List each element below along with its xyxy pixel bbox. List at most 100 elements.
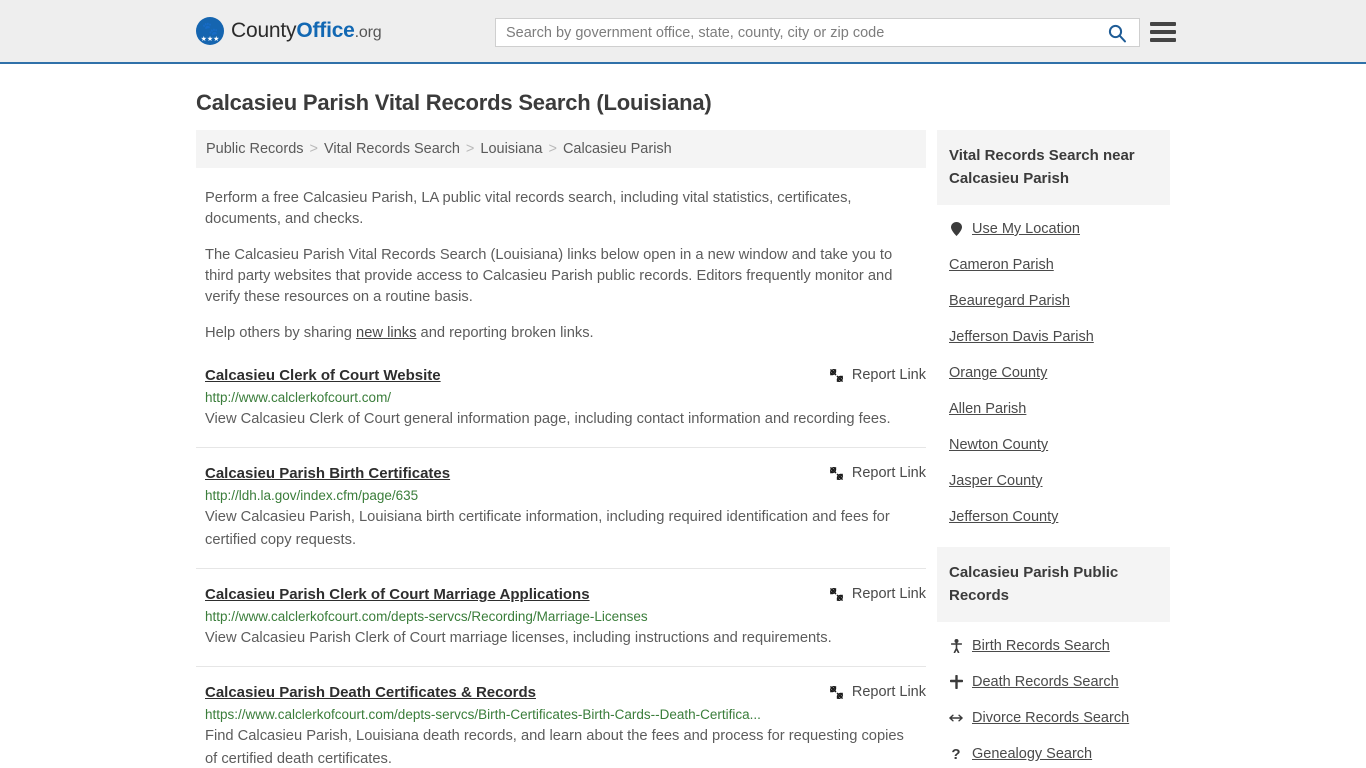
breadcrumb: Public Records > Vital Records Search > Loui… (196, 130, 926, 168)
sidebar-link[interactable]: Allen Parish (949, 400, 1026, 418)
brand-county: County (231, 19, 297, 42)
sidebar-link[interactable]: Orange County (949, 364, 1047, 382)
intro-paragraph-1: Perform a free Calcasieu Parish, LA publ… (205, 190, 852, 227)
report-link-button[interactable]: Report Link (809, 586, 926, 602)
results-list: Calcasieu Clerk of Court Website Report L… (196, 366, 926, 768)
intro-p3-after: and reporting broken links. (416, 325, 594, 341)
result-item: Calcasieu Parish Birth Certificates Repor… (196, 464, 926, 569)
sidebar-list-item: Death Records Search (949, 664, 1170, 700)
broken-link-icon (829, 587, 843, 601)
sidebar-list-item: Beauregard Parish (949, 283, 1170, 319)
result-url[interactable]: http://www.calclerkofcourt.com/depts-ser… (205, 608, 926, 625)
eagle-seal-icon: 🐾 ★★★ (196, 17, 224, 45)
result-description: View Calcasieu Parish Clerk of Court mar… (205, 630, 832, 646)
hamburger-menu-button[interactable] (1150, 20, 1176, 44)
sidebar-link[interactable]: Genealogy Search (972, 745, 1092, 763)
sidebar-list-item: Jefferson County (949, 499, 1170, 535)
map-pin-icon (949, 222, 963, 236)
sidebar-link[interactable]: Beauregard Parish (949, 292, 1070, 310)
sidebar-link[interactable]: Cameron Parish (949, 256, 1054, 274)
result-description: View Calcasieu Clerk of Court general in… (205, 411, 891, 427)
brand-office: Office (296, 19, 355, 42)
result-item: Calcasieu Parish Death Certificates & Re… (196, 683, 926, 768)
result-header: Calcasieu Parish Birth Certificates Repor… (205, 464, 926, 483)
broken-link-icon (829, 368, 844, 383)
question-mark-icon: ? (951, 745, 961, 763)
intro-paragraph-3: Help others by sharing new links and rep… (205, 323, 905, 344)
site-logo[interactable]: 🐾 ★★★ CountyOffice.org (196, 17, 382, 45)
sidebar-list-item: Jasper County (949, 463, 1170, 499)
sidebar-link[interactable]: Jasper County (949, 472, 1043, 490)
result-url[interactable]: http://www.calclerkofcourt.com/ (205, 389, 926, 406)
hamburger-menu-icon (1150, 22, 1176, 26)
sidebar-list-item: Cameron Parish (949, 247, 1170, 283)
sidebar-public-records-heading: Calcasieu Parish Public Records (937, 547, 1170, 622)
search-bar (495, 18, 1140, 47)
result-title-link[interactable]: Calcasieu Clerk of Court Website (205, 366, 441, 385)
page-container: Calcasieu Parish Vital Records Search (L… (0, 90, 1366, 768)
search-button[interactable] (1095, 19, 1139, 46)
breadcrumb-item-0[interactable]: Public Records (206, 141, 304, 157)
content-columns: Public Records > Vital Records Search > Loui… (196, 130, 1170, 768)
report-link-button[interactable]: Report Link (809, 367, 926, 383)
intro-text: Perform a free Calcasieu Parish, LA publ… (196, 188, 926, 344)
breadcrumb-item-2[interactable]: Louisiana (480, 141, 542, 157)
intro-paragraph-2: The Calcasieu Parish Vital Records Searc… (205, 247, 893, 305)
sidebar-list-item: Use My Location (949, 211, 1170, 247)
broken-link-icon (829, 587, 844, 602)
cross-icon (949, 675, 963, 689)
search-input[interactable] (496, 19, 1095, 46)
left-right-arrow-icon (949, 712, 963, 724)
broken-link-icon (829, 685, 844, 700)
sidebar-public-records-list: Birth Records Search Death Records Search… (937, 622, 1170, 768)
page-title: Calcasieu Parish Vital Records Search (L… (196, 90, 712, 115)
breadcrumb-separator: > (465, 141, 475, 157)
sidebar-link[interactable]: Jefferson Davis Parish (949, 328, 1094, 346)
result-header: Calcasieu Parish Death Certificates & Re… (205, 683, 926, 702)
brand-org: .org (354, 24, 382, 41)
sidebar-link[interactable]: Divorce Records Search (972, 709, 1129, 727)
baby-icon (949, 639, 963, 653)
result-url[interactable]: http://ldh.la.gov/index.cfm/page/635 (205, 487, 926, 504)
sidebar-list-item: Newton County (949, 427, 1170, 463)
sidebar-link[interactable]: Newton County (949, 436, 1048, 454)
sidebar-link[interactable]: Birth Records Search (972, 637, 1110, 655)
result-item: Calcasieu Clerk of Court Website Report L… (196, 366, 926, 448)
breadcrumb-item-1[interactable]: Vital Records Search (324, 141, 460, 157)
sidebar-card-nearby: Vital Records Search near Calcasieu Pari… (937, 130, 1170, 535)
sidebar-link[interactable]: Use My Location (972, 220, 1080, 238)
sidebar-list-item: Birth Records Search (949, 628, 1170, 664)
breadcrumb-item-3: Calcasieu Parish (562, 141, 672, 157)
report-link-label: Report Link (851, 465, 926, 481)
sidebar-list-item: Orange County (949, 355, 1170, 391)
result-description: Find Calcasieu Parish, Louisiana death r… (205, 728, 904, 767)
report-link-button[interactable]: Report Link (809, 684, 926, 700)
result-title-link[interactable]: Calcasieu Parish Death Certificates & Re… (205, 683, 536, 702)
main-column: Public Records > Vital Records Search > Loui… (196, 130, 926, 768)
breadcrumb-separator: > (548, 141, 557, 157)
result-title-link[interactable]: Calcasieu Parish Clerk of Court Marriage… (205, 585, 590, 604)
sidebar-link[interactable]: Jefferson County (949, 508, 1058, 526)
sidebar-list-item: Allen Parish (949, 391, 1170, 427)
sidebar-list-item: Divorce Records Search (949, 700, 1170, 736)
sidebar-card-public-records: Calcasieu Parish Public Records Birth Re… (937, 547, 1170, 768)
report-link-button[interactable]: Report Link (809, 465, 926, 481)
result-url[interactable]: https://www.calclerkofcourt.com/depts-se… (205, 706, 926, 723)
sidebar-nearby-heading: Vital Records Search near Calcasieu Pari… (937, 130, 1170, 205)
broken-link-icon (829, 466, 844, 481)
new-links-link[interactable]: new links (356, 325, 416, 341)
result-header: Calcasieu Parish Clerk of Court Marriage… (205, 585, 926, 604)
report-link-label: Report Link (851, 367, 926, 383)
result-title-link[interactable]: Calcasieu Parish Birth Certificates (205, 464, 450, 483)
breadcrumb-separator: > (309, 141, 318, 157)
sidebar-nearby-list: Use My Location Cameron Parish Beauregard … (937, 205, 1170, 535)
site-header: 🐾 ★★★ CountyOffice.org (0, 0, 1366, 64)
brand-text: CountyOffice.org (231, 19, 382, 43)
broken-link-icon (829, 466, 843, 480)
sidebar-link[interactable]: Death Records Search (972, 673, 1119, 691)
report-link-label: Report Link (851, 586, 926, 602)
intro-p3-before: Help others by sharing (205, 325, 357, 341)
result-item: Calcasieu Parish Clerk of Court Marriage… (196, 585, 926, 667)
result-description: View Calcasieu Parish, Louisiana birth c… (205, 509, 890, 548)
search-icon (1108, 24, 1126, 42)
